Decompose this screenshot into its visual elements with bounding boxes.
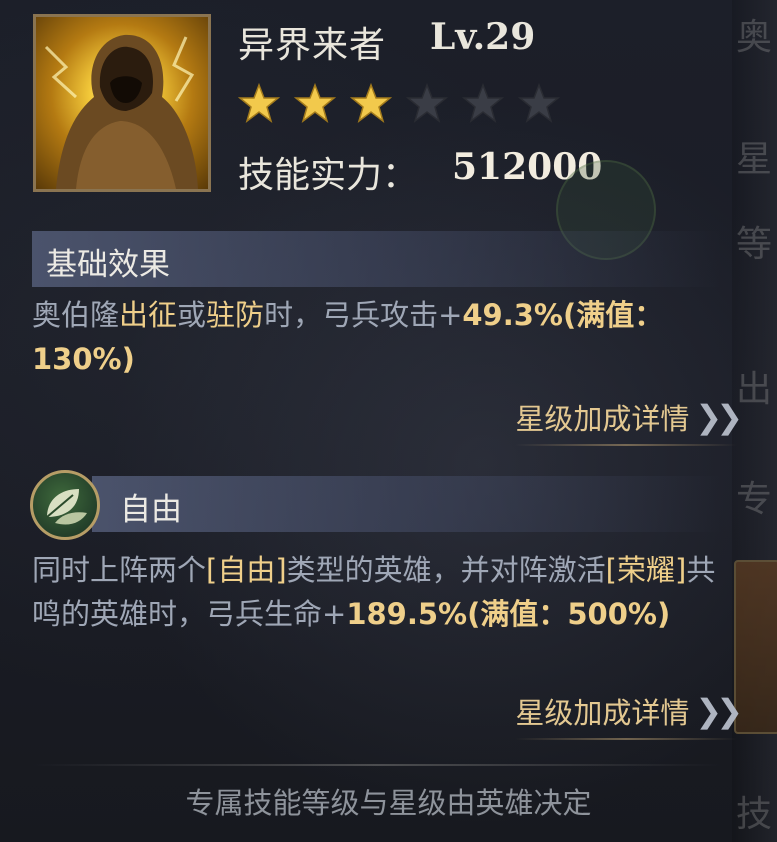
side-char: 专 — [736, 479, 773, 520]
desc-tag: [荣耀] — [605, 553, 687, 587]
desc-close: ) — [656, 597, 671, 631]
hero-portrait — [33, 14, 211, 192]
desc-text: 时，弓兵攻击+ — [264, 298, 463, 332]
desc-text: 或 — [177, 298, 207, 332]
hero-level: Lv.29 — [430, 16, 536, 58]
desc-max-value: 500% — [567, 597, 657, 631]
adjacent-hero-thumbnail — [734, 560, 777, 734]
star-empty-icon — [406, 82, 448, 123]
side-char: 星 — [736, 139, 773, 180]
desc-max-label: (满值： — [562, 298, 664, 332]
desc-value: 49.3% — [462, 298, 563, 332]
freedom-effect-header: 自由 — [92, 476, 722, 532]
star-bonus-details-link[interactable]: 星级加成详情 ❯❯ — [515, 396, 743, 446]
star-filled-icon — [350, 82, 392, 123]
leaf-icon — [30, 470, 100, 540]
star-filled-icon — [294, 82, 336, 123]
side-char: 等 — [736, 224, 773, 265]
freedom-effect-title: 自由 — [120, 492, 182, 528]
divider — [32, 764, 722, 766]
desc-text: 同时上阵两个 — [32, 553, 207, 587]
star-rating — [238, 82, 560, 124]
desc-text: 类型的英雄，并对阵激活 — [286, 553, 606, 587]
basic-effect-title: 基础效果 — [46, 247, 170, 283]
double-chevron-right-icon: ❯❯ — [695, 692, 743, 730]
adjacent-panel-fragment: 奥 星 等 出 专 技 — [732, 0, 777, 842]
star-bonus-details-label: 星级加成详情 — [515, 402, 690, 436]
star-bonus-details-label: 星级加成详情 — [515, 696, 690, 730]
desc-close: ) — [121, 342, 135, 376]
star-empty-icon — [518, 82, 560, 123]
side-char: 奥 — [736, 17, 773, 58]
hero-name: 异界来者 — [238, 25, 387, 66]
desc-max-value: 130% — [32, 342, 122, 376]
footer-note: 专属技能等级与星级由英雄决定 — [185, 786, 592, 820]
desc-tag: [自由] — [206, 553, 287, 587]
skill-power-label: 技能实力： — [238, 155, 419, 196]
double-chevron-right-icon: ❯❯ — [695, 398, 743, 436]
desc-keyword: 驻防 — [206, 298, 265, 332]
desc-text: 奥伯隆 — [32, 298, 120, 332]
desc-max-label: (满值： — [467, 597, 568, 631]
basic-effect-header: 基础效果 — [32, 231, 722, 287]
hooded-figure-icon — [44, 34, 198, 189]
star-bonus-details-link[interactable]: 星级加成详情 ❯❯ — [515, 690, 743, 740]
desc-keyword: 出征 — [119, 298, 178, 332]
freedom-effect-description: 同时上阵两个[自由]类型的英雄，并对阵激活[荣耀]共鸣的英雄时，弓兵生命+189… — [32, 548, 732, 636]
basic-effect-description: 奥伯隆出征或驻防时，弓兵攻击+49.3%(满值： 130%) — [32, 293, 732, 381]
desc-value: 189.5% — [346, 597, 468, 631]
star-empty-icon — [462, 82, 504, 123]
side-char: 出 — [736, 369, 773, 410]
star-filled-icon — [238, 82, 280, 123]
